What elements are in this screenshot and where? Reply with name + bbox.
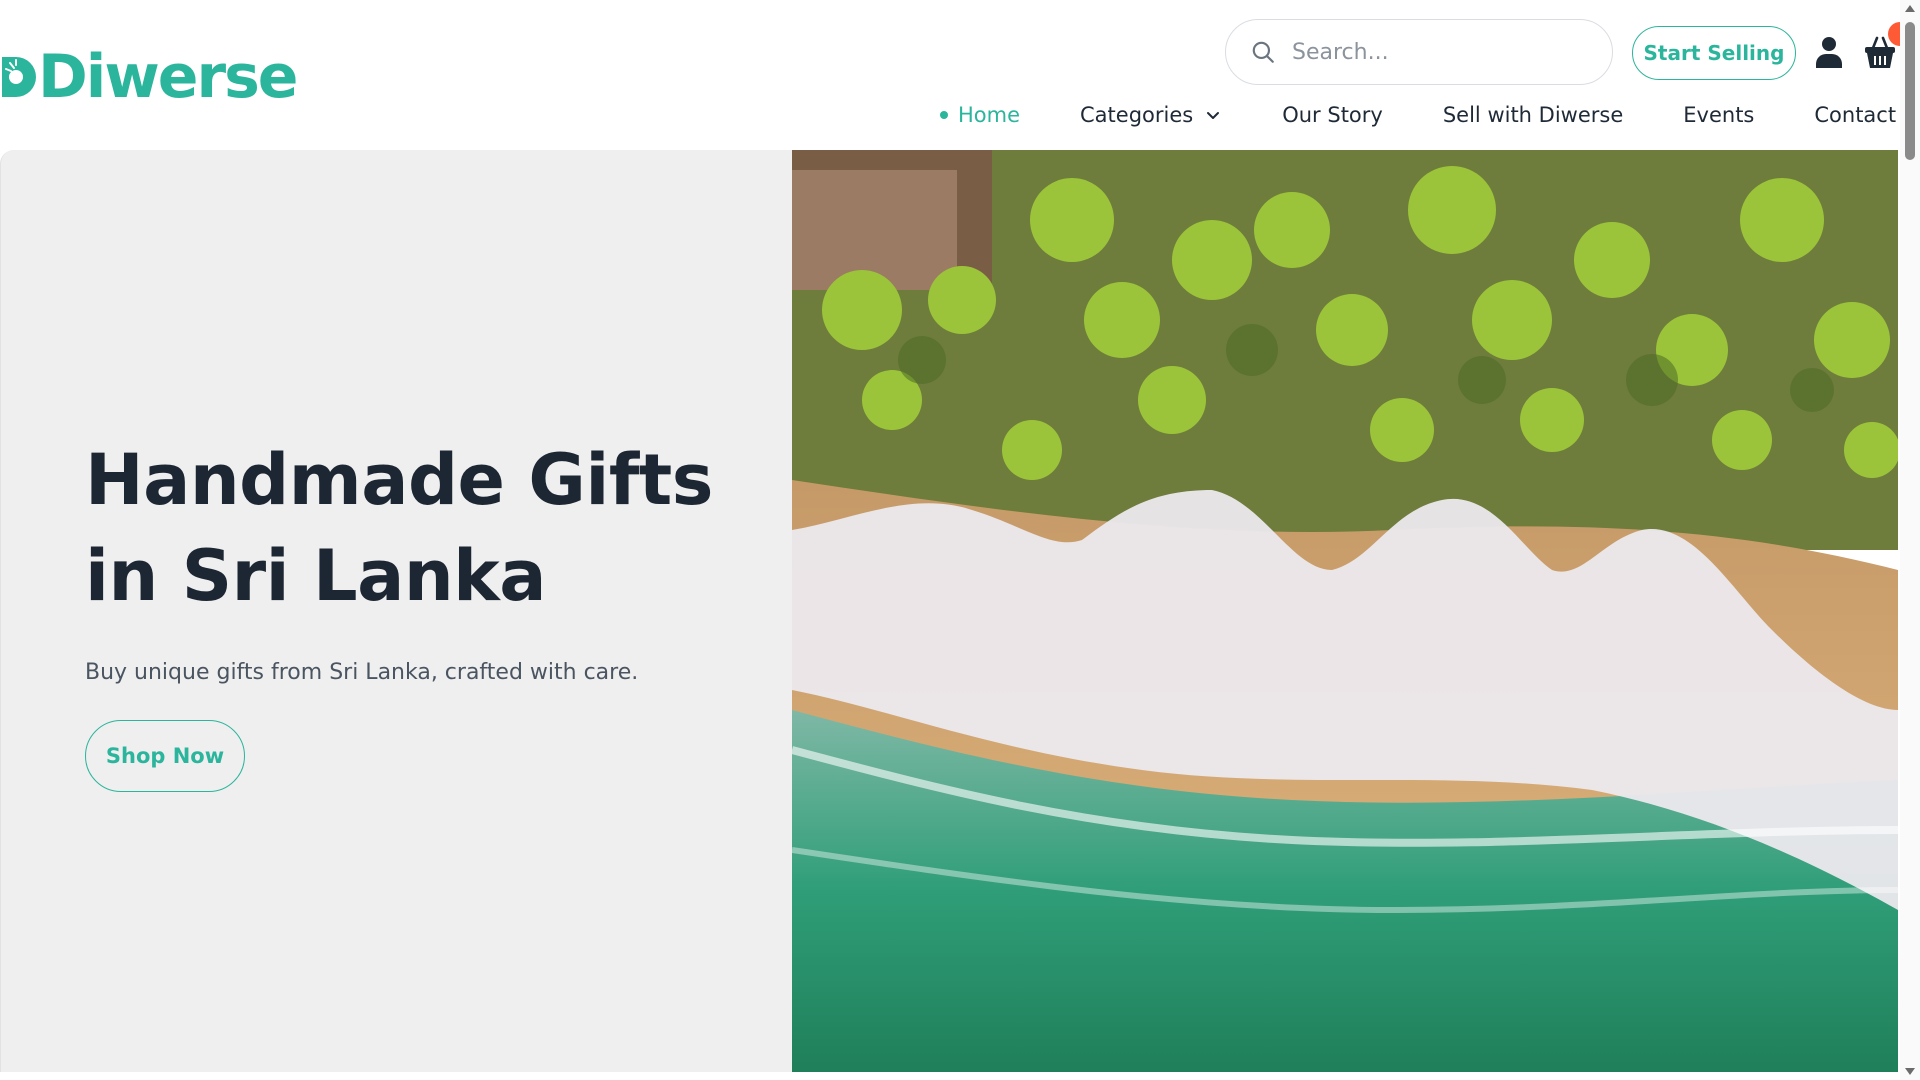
nav-item-label: Our Story xyxy=(1282,103,1383,127)
beach-illustration xyxy=(792,150,1898,1072)
scrollbar-thumb[interactable] xyxy=(1905,22,1915,160)
nav-item-events[interactable]: Events xyxy=(1683,103,1754,127)
active-indicator-dot xyxy=(940,111,948,119)
search-bar[interactable] xyxy=(1225,19,1613,85)
nav-item-label: Home xyxy=(958,103,1021,127)
main-nav: Home Categories Our Story Sell with Diwe… xyxy=(940,100,1920,130)
nav-item-sell-with-diwerse[interactable]: Sell with Diwerse xyxy=(1443,103,1623,127)
logo-mark-icon xyxy=(2,57,36,97)
site-header: Diwerse Start Selling Home Categories xyxy=(0,0,1920,150)
hero-title: Handmade Gifts in Sri Lanka xyxy=(85,439,713,617)
hero-beach-image xyxy=(792,150,1898,1072)
nav-item-label: Categories xyxy=(1080,103,1194,127)
scroll-up-arrow-icon[interactable] xyxy=(1905,5,1915,12)
nav-item-label: Sell with Diwerse xyxy=(1442,103,1624,127)
start-selling-button[interactable]: Start Selling xyxy=(1632,26,1796,80)
vertical-scrollbar[interactable] xyxy=(1900,0,1920,1080)
site-logo[interactable]: Diwerse xyxy=(0,42,298,112)
nav-item-our-story[interactable]: Our Story xyxy=(1282,103,1383,127)
logo-text: Diwerse xyxy=(38,42,298,112)
search-icon xyxy=(1252,41,1274,63)
shop-now-button[interactable]: Shop Now xyxy=(85,720,245,792)
user-icon[interactable] xyxy=(1815,36,1843,68)
nav-item-categories[interactable]: Categories xyxy=(1080,103,1221,127)
nav-item-label: Events xyxy=(1683,103,1755,127)
search-input[interactable] xyxy=(1290,38,1594,66)
chevron-down-icon xyxy=(1207,112,1220,119)
nav-item-home[interactable]: Home xyxy=(940,103,1020,127)
scroll-down-arrow-icon[interactable] xyxy=(1905,1068,1915,1075)
hero-subtitle: Buy unique gifts from Sri Lanka, crafted… xyxy=(85,660,639,685)
